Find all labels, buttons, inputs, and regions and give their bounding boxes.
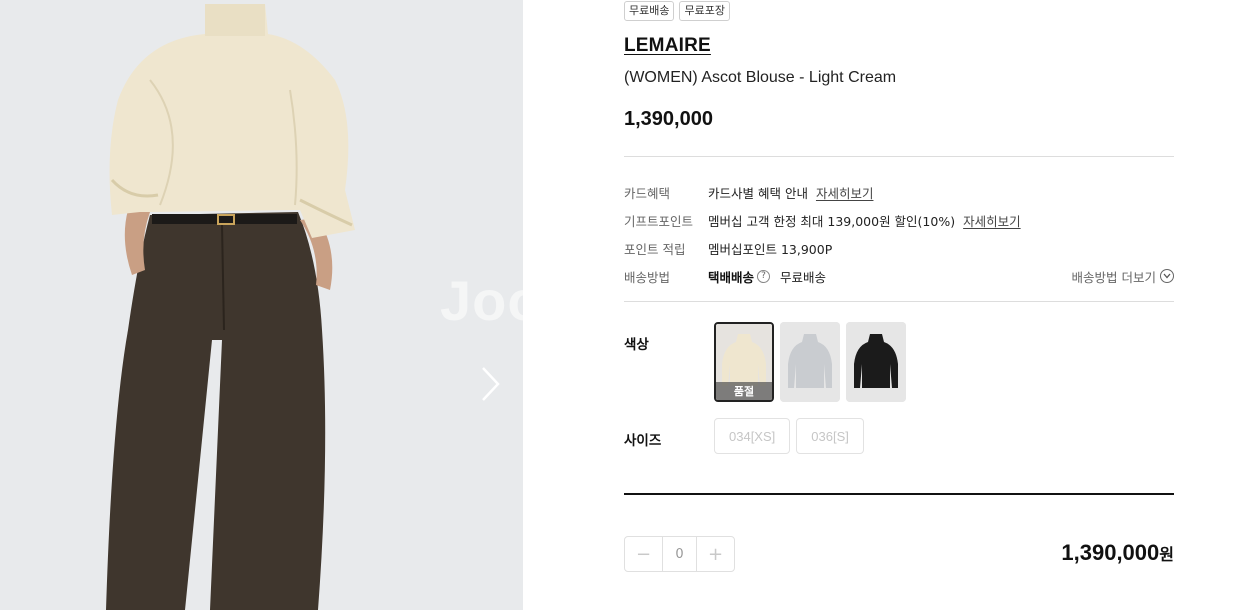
chevron-down-circle-icon — [1160, 269, 1174, 283]
size-button-group: 034[XS] 036[S] — [714, 418, 864, 454]
gift-point-row: 기프트포인트 멤버십 고객 한정 최대 139,000원 할인(10%) 자세히… — [624, 206, 1174, 234]
quantity-minus-button[interactable]: − — [625, 537, 662, 571]
divider — [624, 301, 1174, 302]
size-button-xs[interactable]: 034[XS] — [714, 418, 791, 454]
color-swatch-group: 품절 — [714, 322, 906, 402]
divider — [624, 156, 1174, 157]
product-price: 1,390,000 — [624, 108, 713, 130]
shipping-label: 배송방법 — [624, 269, 671, 285]
card-benefit-row: 카드혜택 카드사별 혜택 안내 자세히보기 — [624, 178, 1174, 206]
gift-point-detail-link[interactable]: 자세히보기 — [963, 211, 1021, 230]
card-benefit-value: 카드사별 혜택 안내 — [708, 185, 808, 201]
divider — [624, 493, 1174, 495]
color-option-label: 색상 — [624, 337, 649, 353]
product-image: Joo — [0, 0, 523, 610]
point-row: 포인트 적립 멤버십포인트 13,900P — [624, 234, 1174, 262]
shipping-more-button[interactable]: 배송방법 더보기 — [1072, 267, 1174, 286]
total-amount: 1,390,000 — [1061, 540, 1160, 565]
color-swatch-light-cream[interactable]: 품절 — [714, 322, 774, 402]
total-price: 1,390,000원 — [1061, 540, 1174, 566]
quantity-stepper: − 0 + — [624, 536, 735, 572]
size-option-label: 사이즈 — [624, 433, 662, 449]
next-image-button[interactable] — [474, 362, 506, 406]
card-benefit-detail-link[interactable]: 자세히보기 — [816, 183, 874, 202]
color-swatch-black[interactable] — [846, 322, 906, 402]
free-wrapping-badge: 무료포장 — [679, 1, 730, 21]
size-button-s[interactable]: 036[S] — [796, 418, 864, 454]
chevron-right-icon — [482, 367, 500, 401]
total-unit: 원 — [1159, 547, 1174, 564]
shipping-method: 택배배송 — [708, 269, 755, 285]
brand-link[interactable]: LEMAIRE — [624, 35, 711, 57]
watermark: Joo — [440, 269, 523, 332]
quantity-plus-button[interactable]: + — [697, 537, 734, 571]
shipping-fee: 무료배송 — [780, 269, 827, 285]
quantity-value[interactable]: 0 — [662, 537, 697, 571]
benefits-list: 카드혜택 카드사별 혜택 안내 자세히보기 기프트포인트 멤버십 고객 한정 최… — [624, 178, 1174, 290]
card-benefit-label: 카드혜택 — [624, 185, 671, 201]
question-icon[interactable]: ? — [757, 269, 771, 283]
badge-group: 무료배송 무료포장 — [624, 1, 730, 21]
gift-point-label: 기프트포인트 — [624, 213, 694, 229]
blouse-thumbnail — [846, 322, 906, 402]
color-swatch-light-grey[interactable] — [780, 322, 840, 402]
soldout-label: 품절 — [716, 382, 772, 400]
shipping-more-label: 배송방법 더보기 — [1071, 269, 1156, 285]
free-shipping-badge: 무료배송 — [624, 1, 675, 21]
point-value: 멤버십포인트 13,900P — [708, 241, 833, 257]
blouse-thumbnail — [780, 322, 840, 402]
product-title: (WOMEN) Ascot Blouse - Light Cream — [624, 69, 897, 86]
gift-point-value: 멤버십 고객 한정 최대 139,000원 할인(10%) — [708, 213, 956, 229]
shipping-row: 배송방법 택배배송 ? 무료배송 배송방법 더보기 — [624, 262, 1174, 290]
point-label: 포인트 적립 — [624, 241, 686, 257]
